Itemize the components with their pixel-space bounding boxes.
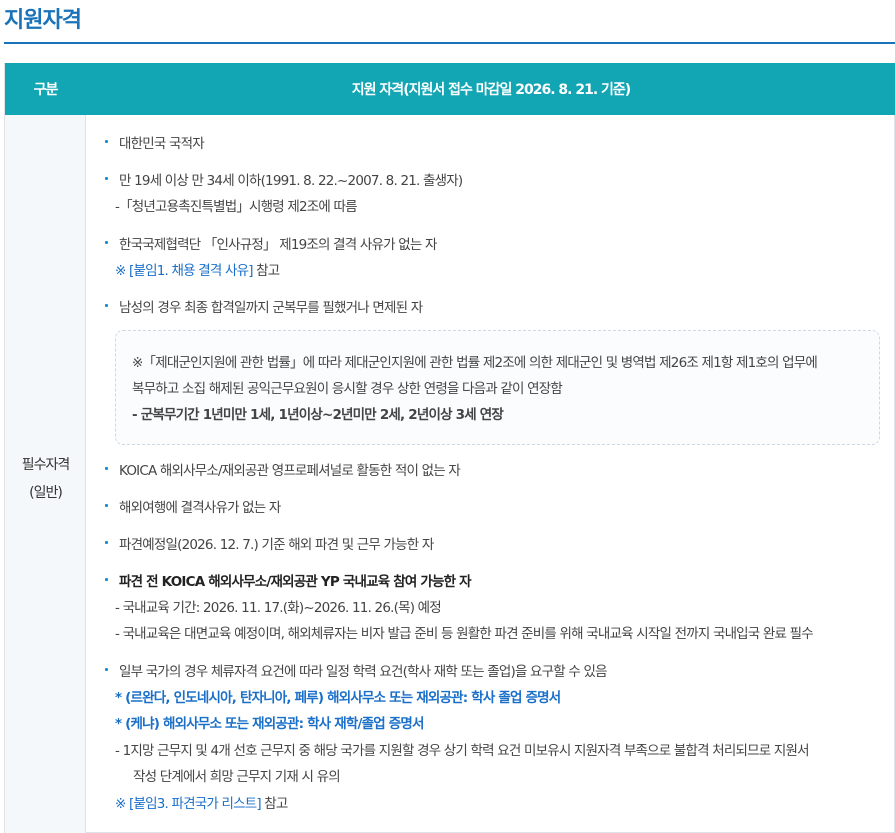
list-item-sub: - 국내교육 기간: 2026. 11. 17.(화)~2026. 11. 26… (115, 600, 442, 616)
attachment3-link[interactable]: [붙임3. 파견국가 리스트] (129, 796, 262, 812)
list-item: 일부 국가의 경우 체류자격 요건에 따라 일정 학력 요건(학사 재학 또는 … (101, 660, 608, 680)
list-item: 해외여행에 결격사유가 없는 자 (101, 496, 281, 516)
table-header: 구분 지원 자격(지원서 접수 마감일 2026. 8. 21. 기준) (5, 63, 895, 115)
note-box-line: - 군복무기간 1년미만 1세, 1년이상~2년미만 2세, 2년이상 3세 연… (132, 407, 504, 423)
list-item-sub: - 국내교육은 대면교육 예정이며, 해외체류자는 비자 발급 준비 등 원활한… (115, 626, 814, 642)
note-suffix: 참고 (256, 263, 280, 279)
page-title: 지원자격 (4, 8, 82, 33)
list-item-sub: * (르완다, 인도네시아, 탄자니아, 페루) 해외사무소 또는 재외공관: … (115, 690, 561, 706)
note-box-line: ※「제대군인지원에 관한 법률」에 따라 제대군인지원에 관한 법률 제2조에 … (132, 355, 818, 371)
category-cell: 필수자격 (일반) (5, 115, 86, 833)
note-box-line: 복무하고 소집 해제된 공익근무요원이 응시할 경우 상한 연령을 다음과 같이… (132, 381, 563, 397)
list-item: 한국국제협력단 「인사규정」 제19조의 결격 사유가 없는 자 (101, 233, 437, 253)
list-item: 파견 전 KOICA 해외사무소/재외공관 YP 국내교육 참여 가능한 자 (101, 570, 472, 590)
note-mark: ※ (115, 263, 126, 279)
list-item-sub: 작성 단계에서 희망 근무지 기재 시 유의 (133, 769, 341, 785)
list-item-note: ※ [붙임1. 채용 결격 사유] 참고 (101, 259, 280, 279)
list-item-note: ※ [붙임3. 파견국가 리스트] 참고 (101, 792, 288, 812)
category-label: 필수자격 (일반) (5, 451, 86, 507)
category-line-1: 필수자격 (21, 457, 71, 473)
list-item: 남성의 경우 최종 합격일까지 군복무를 필했거나 면제된 자 (101, 296, 423, 316)
list-item-sub: - 1지망 근무지 및 4개 선호 근무지 중 해당 국가를 지원할 경우 상기… (115, 743, 810, 759)
eligibility-table: 구분 지원 자격(지원서 접수 마감일 2026. 8. 21. 기준) 필수자… (4, 63, 895, 833)
title-divider (4, 42, 895, 44)
list-item-sub: -「청년고용촉진특별법」시행령 제2조에 따름 (115, 199, 358, 215)
list-item: 만 19세 이상 만 34세 이하(1991. 8. 22.~2007. 8. … (101, 169, 463, 189)
military-service-note-box: ※「제대군인지원에 관한 법률」에 따라 제대군인지원에 관한 법률 제2조에 … (115, 330, 880, 445)
note-suffix: 참고 (264, 796, 288, 812)
list-item-sub: * (케냐) 해외사무소 또는 재외공관: 학사 재학/졸업 증명서 (115, 716, 424, 732)
header-content: 지원 자격(지원서 접수 마감일 2026. 8. 21. 기준) (351, 82, 631, 98)
note-mark: ※ (115, 796, 126, 812)
list-item: KOICA 해외사무소/재외공관 영프로페셔널로 활동한 적이 없는 자 (101, 459, 461, 479)
category-line-2: (일반) (29, 485, 63, 501)
attachment1-link[interactable]: [붙임1. 채용 결격 사유] (129, 263, 253, 279)
header-category: 구분 (33, 82, 59, 98)
list-item: 대한민국 국적자 (101, 132, 205, 152)
list-item: 파견예정일(2026. 12. 7.) 기준 해외 파견 및 근무 가능한 자 (101, 533, 434, 553)
